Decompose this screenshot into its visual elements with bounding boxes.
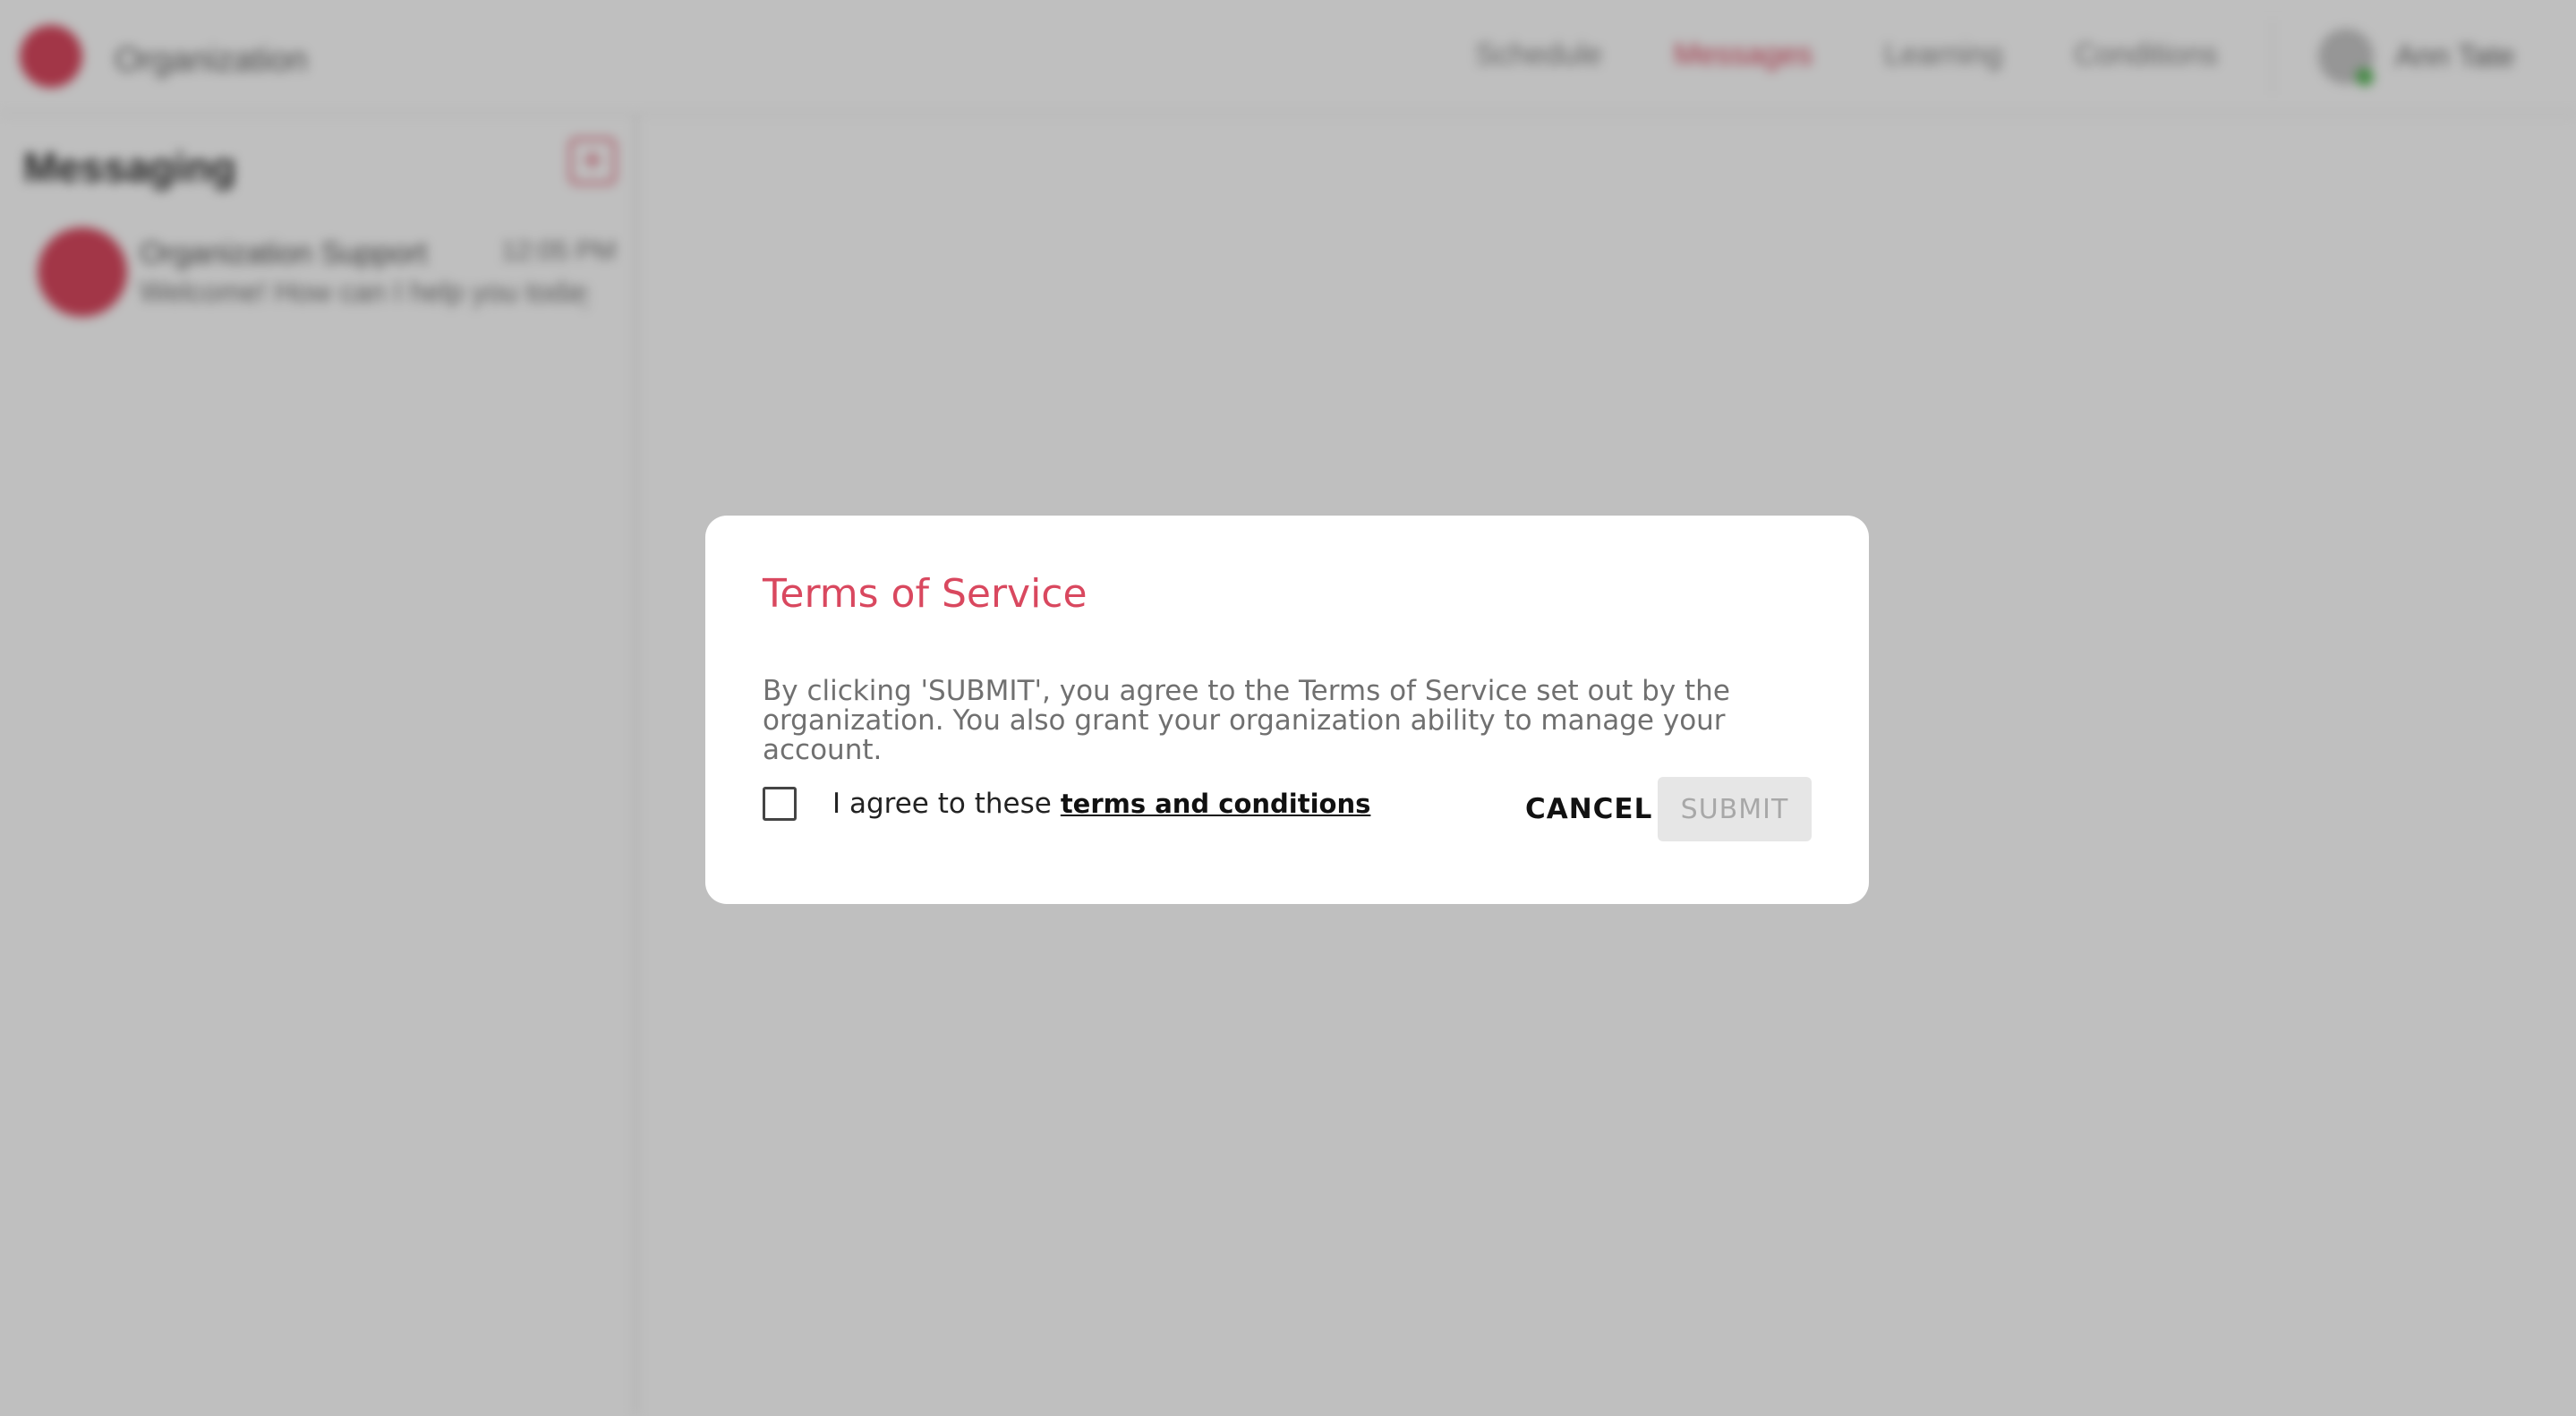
cancel-button[interactable]: CANCEL <box>1525 777 1652 841</box>
submit-button[interactable]: SUBMIT <box>1658 777 1812 841</box>
agree-row: I agree to these terms and conditions <box>763 777 1370 831</box>
dialog-body-text: By clicking 'SUBMIT', you agree to the T… <box>763 675 1730 766</box>
dialog-title: Terms of Service <box>763 571 1088 617</box>
terms-and-conditions-link[interactable]: terms and conditions <box>1061 789 1371 819</box>
terms-of-service-dialog: Terms of Service By clicking 'SUBMIT', y… <box>705 516 1869 904</box>
agree-label: I agree to these <box>832 788 1052 820</box>
agree-checkbox[interactable] <box>763 787 797 821</box>
